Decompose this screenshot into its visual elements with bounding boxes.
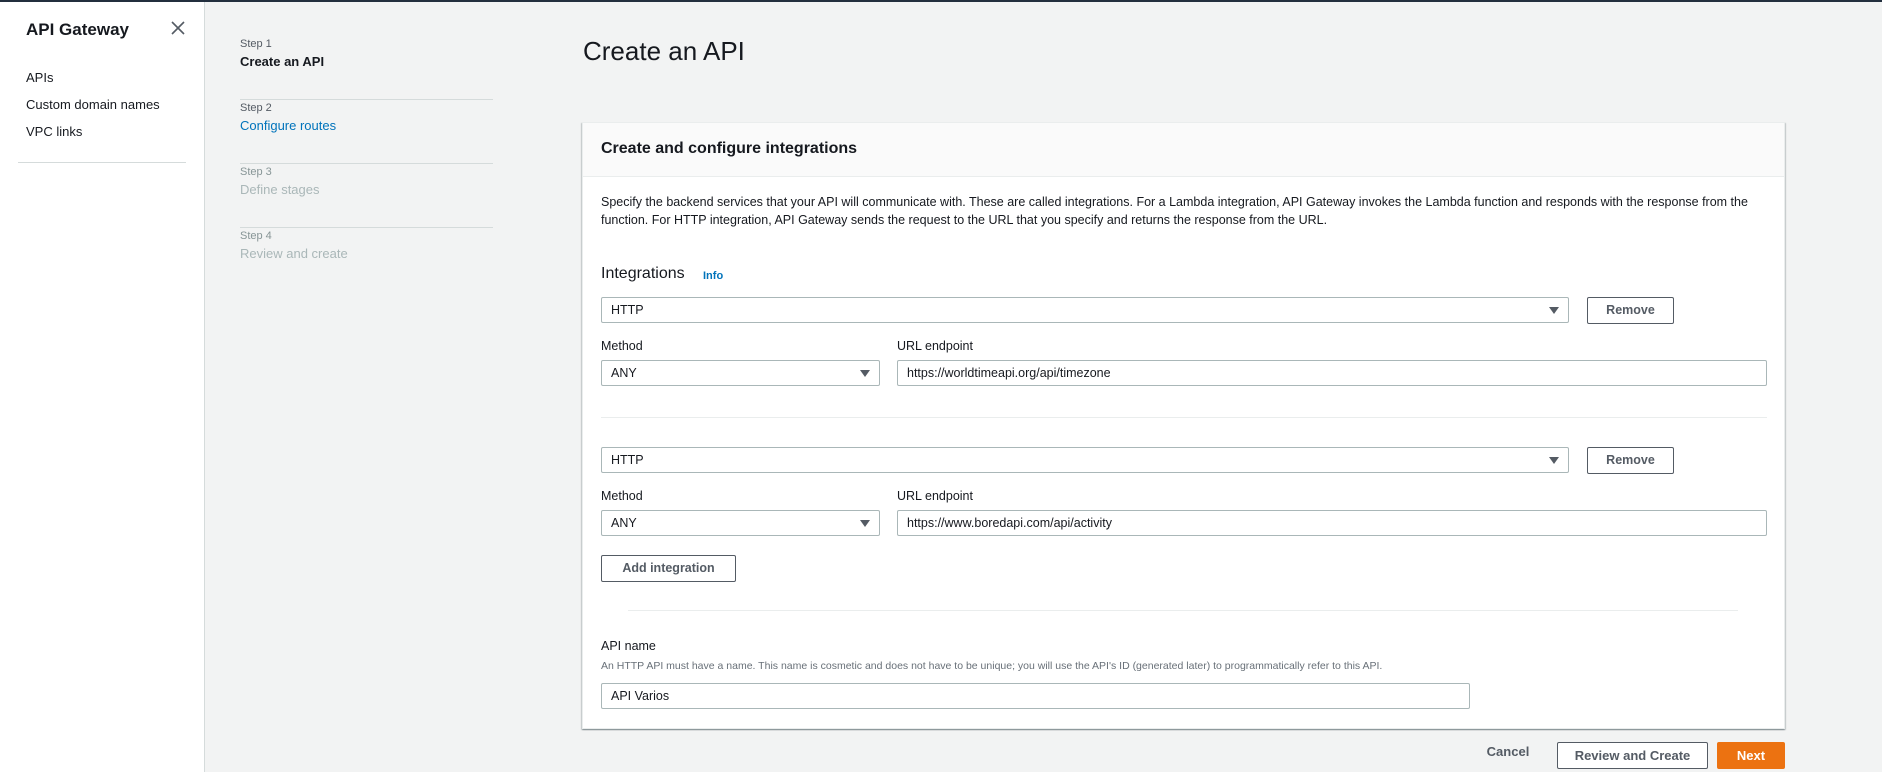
url-endpoint-label: URL endpoint: [897, 339, 973, 353]
nav-item-vpc-links[interactable]: VPC links: [26, 124, 160, 151]
wizard-steps: Step 1 Create an API Step 2 Configure ro…: [240, 36, 493, 292]
integration-divider: [601, 417, 1767, 418]
method-value: ANY: [611, 366, 637, 380]
method-select[interactable]: ANY: [601, 360, 880, 386]
nav-item-apis[interactable]: APIs: [26, 70, 160, 97]
step-number: Step 3: [240, 166, 272, 178]
api-name-label: API name: [601, 639, 656, 653]
integration-type-value: HTTP: [611, 453, 644, 467]
step-3: Step 3 Define stages: [240, 164, 493, 228]
close-icon[interactable]: [168, 18, 188, 38]
step-label: Create an API: [240, 54, 325, 69]
url-endpoint-label: URL endpoint: [897, 489, 973, 503]
step-number: Step 4: [240, 230, 272, 242]
integrations-panel: Create and configure integrations Specif…: [582, 122, 1785, 729]
review-and-create-button[interactable]: Review and Create: [1557, 742, 1708, 769]
step-4: Step 4 Review and create: [240, 228, 493, 292]
method-label: Method: [601, 339, 643, 353]
integration-type-select[interactable]: HTTP: [601, 447, 1569, 473]
cancel-button[interactable]: Cancel: [1476, 738, 1540, 765]
method-select[interactable]: ANY: [601, 510, 880, 536]
step-1: Step 1 Create an API: [240, 36, 493, 100]
next-button[interactable]: Next: [1717, 742, 1785, 769]
integrations-title: Integrations: [601, 265, 685, 282]
step-number: Step 1: [240, 38, 272, 50]
page-title: Create an API: [583, 36, 745, 66]
url-endpoint-input[interactable]: https://worldtimeapi.org/api/timezone: [897, 360, 1767, 386]
nav-divider: [18, 162, 186, 163]
info-link[interactable]: Info: [703, 270, 723, 282]
remove-integration-button[interactable]: Remove: [1587, 447, 1674, 474]
panel-header: Create and configure integrations: [583, 123, 1784, 177]
step-2: Step 2 Configure routes: [240, 100, 493, 164]
method-label: Method: [601, 489, 643, 503]
nav-list: APIs Custom domain names VPC links: [26, 70, 160, 151]
section-divider: [628, 610, 1738, 611]
panel-description: Specify the backend services that your A…: [601, 195, 1748, 227]
method-value: ANY: [611, 516, 637, 530]
caret-down-icon: [860, 370, 870, 377]
step-link-configure-routes[interactable]: Configure routes: [240, 118, 336, 133]
panel-title: Create and configure integrations: [601, 140, 858, 157]
integration-type-value: HTTP: [611, 303, 644, 317]
caret-down-icon: [1549, 457, 1559, 464]
caret-down-icon: [1549, 307, 1559, 314]
caret-down-icon: [860, 520, 870, 527]
nav-title[interactable]: API Gateway: [26, 20, 129, 40]
step-label: Review and create: [240, 246, 348, 261]
add-integration-button[interactable]: Add integration: [601, 555, 736, 582]
remove-integration-button[interactable]: Remove: [1587, 297, 1674, 324]
api-name-hint: An HTTP API must have a name. This name …: [601, 660, 1383, 672]
step-label: Define stages: [240, 182, 320, 197]
integration-type-select[interactable]: HTTP: [601, 297, 1569, 323]
url-endpoint-input[interactable]: https://www.boredapi.com/api/activity: [897, 510, 1767, 536]
step-number: Step 2: [240, 102, 272, 114]
side-navigation: API Gateway APIs Custom domain names VPC…: [0, 2, 205, 772]
api-name-input[interactable]: API Varios: [601, 683, 1470, 709]
nav-item-custom-domain-names[interactable]: Custom domain names: [26, 97, 160, 124]
